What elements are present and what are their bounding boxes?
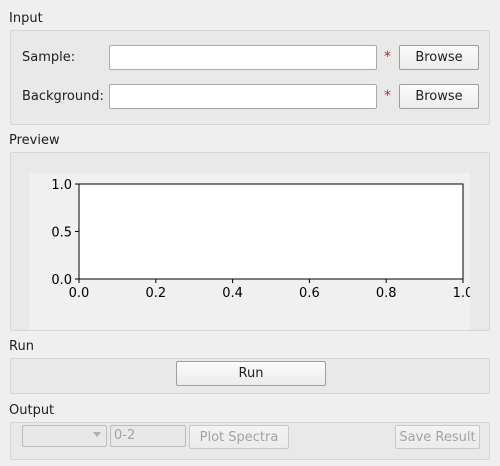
preview-group: 0.0 0.2 0.4 0.6 0.8 1.0 0.0 0.5 1.0: [10, 152, 490, 331]
y-tick-label: 1.0: [51, 178, 72, 193]
x-tick-label: 0.6: [299, 286, 320, 301]
spectra-range-input[interactable]: 0-2: [110, 425, 186, 447]
plot-area: [78, 183, 464, 280]
x-tick-label: 0.4: [222, 286, 243, 301]
background-browse-button[interactable]: Browse: [399, 84, 479, 109]
background-input[interactable]: [109, 84, 377, 109]
save-result-button[interactable]: Save Result: [395, 425, 480, 449]
x-tick-label: 0.2: [145, 286, 166, 301]
y-tick-label: 0.0: [51, 273, 72, 288]
run-section-title: Run: [9, 339, 34, 354]
output-group: 0-2 Plot Spectra Save Result: [10, 422, 490, 460]
preview-plot: 0.0 0.2 0.4 0.6 0.8 1.0 0.0 0.5 1.0: [30, 173, 470, 330]
background-label: Background:: [22, 89, 104, 104]
output-section-title: Output: [9, 403, 55, 418]
x-tick-label: 1.0: [453, 286, 470, 301]
sample-label: Sample:: [22, 50, 76, 65]
input-section-title: Input: [9, 11, 43, 26]
background-required-marker: *: [384, 88, 391, 104]
workspace-select[interactable]: [22, 425, 107, 447]
plot-spectra-button[interactable]: Plot Spectra: [189, 425, 289, 449]
x-tick-label: 0.0: [69, 286, 90, 301]
sample-input[interactable]: [109, 45, 377, 70]
run-button[interactable]: Run: [176, 361, 326, 386]
sample-browse-button[interactable]: Browse: [399, 45, 479, 70]
chevron-down-icon: [93, 432, 101, 437]
preview-section-title: Preview: [9, 133, 60, 148]
input-group: Sample: * Browse Background: * Browse: [10, 30, 490, 125]
x-tick-label: 0.8: [376, 286, 397, 301]
y-tick-label: 0.5: [51, 226, 72, 241]
run-group: Run: [10, 358, 490, 394]
sample-required-marker: *: [384, 49, 391, 65]
